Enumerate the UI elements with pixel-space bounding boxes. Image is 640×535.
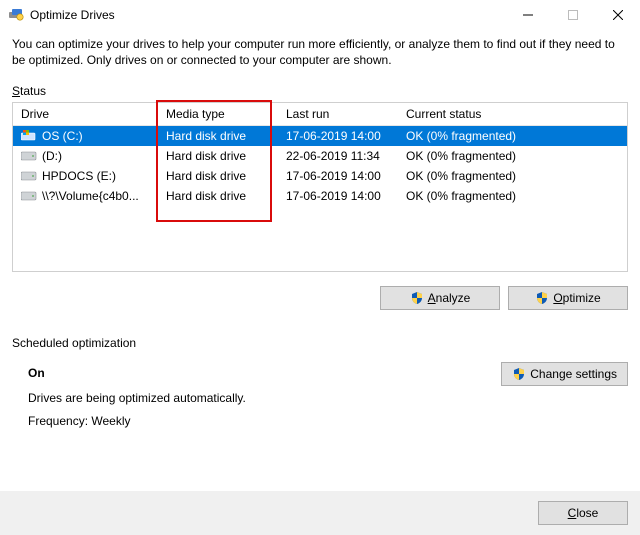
column-media[interactable]: Media type [158,107,278,121]
drive-row[interactable]: HPDOCS (E:) Hard disk drive17-06-2019 14:… [13,166,627,186]
column-drive[interactable]: Drive [13,107,158,121]
column-status[interactable]: Current status [398,107,627,121]
scheduled-desc: Drives are being optimized automatically… [28,387,489,410]
drive-media-cell: Hard disk drive [158,189,278,203]
column-last[interactable]: Last run [278,107,398,121]
scheduled-state: On [28,362,489,385]
optimize-button[interactable]: Optimize [508,286,628,310]
titlebar: Optimize Drives [0,0,640,30]
drive-name-cell: (D:) [13,149,158,163]
shield-icon [535,291,549,305]
close-dialog-button[interactable]: Close [538,501,628,525]
drive-status-cell: OK (0% fragmented) [398,169,627,183]
change-settings-button[interactable]: Change settings [501,362,628,386]
maximize-button [550,0,595,30]
shield-icon [410,291,424,305]
drive-icon [21,150,37,162]
drive-last-cell: 17-06-2019 14:00 [278,169,398,183]
drive-name: (D:) [42,149,62,163]
scheduled-freq: Frequency: Weekly [28,410,489,433]
shield-icon [512,367,526,381]
drive-media-cell: Hard disk drive [158,129,278,143]
scheduled-heading: Scheduled optimization [12,336,628,350]
drive-last-cell: 17-06-2019 14:00 [278,129,398,143]
drive-row[interactable]: OS (C:) Hard disk drive17-06-2019 14:00OK… [13,126,627,146]
drives-list[interactable]: Drive Media type Last run Current status… [12,102,628,272]
app-icon [8,7,24,23]
drive-name-cell: OS (C:) [13,129,158,143]
analyze-button[interactable]: Analyze [380,286,500,310]
description-text: You can optimize your drives to help you… [12,36,628,68]
drive-status-cell: OK (0% fragmented) [398,129,627,143]
drive-last-cell: 17-06-2019 14:00 [278,189,398,203]
drive-row[interactable]: \\?\Volume{c4b0... Hard disk drive17-06-2… [13,186,627,206]
drive-status-cell: OK (0% fragmented) [398,149,627,163]
window: Optimize Drives You can optimize your dr… [0,0,640,535]
drive-icon [21,190,37,202]
drive-media-cell: Hard disk drive [158,149,278,163]
drives-rows: OS (C:)Hard disk drive17-06-2019 14:00OK… [13,126,627,271]
footer: Close [0,491,640,535]
drive-name-cell: \\?\Volume{c4b0... [13,189,158,203]
drive-name-cell: HPDOCS (E:) [13,169,158,183]
status-label: Status [12,84,628,98]
drive-icon [21,170,37,182]
scheduled-body: On Drives are being optimized automatica… [12,362,628,432]
body: You can optimize your drives to help you… [0,30,640,491]
drive-icon [21,130,37,142]
scheduled-text: On Drives are being optimized automatica… [12,362,489,432]
close-button[interactable] [595,0,640,30]
drive-name: \\?\Volume{c4b0... [42,189,139,203]
window-controls [505,0,640,30]
drive-status-cell: OK (0% fragmented) [398,189,627,203]
drive-media-cell: Hard disk drive [158,169,278,183]
drive-name: OS (C:) [42,129,83,143]
scheduled-section: Scheduled optimization On Drives are bei… [12,336,628,432]
drive-row[interactable]: (D:) Hard disk drive22-06-2019 11:34OK (0… [13,146,627,166]
drive-last-cell: 22-06-2019 11:34 [278,149,398,163]
minimize-button[interactable] [505,0,550,30]
action-button-row: Analyze Optimize [12,286,628,310]
drive-name: HPDOCS (E:) [42,169,116,183]
window-title: Optimize Drives [30,8,505,22]
column-headers[interactable]: Drive Media type Last run Current status [13,103,627,126]
